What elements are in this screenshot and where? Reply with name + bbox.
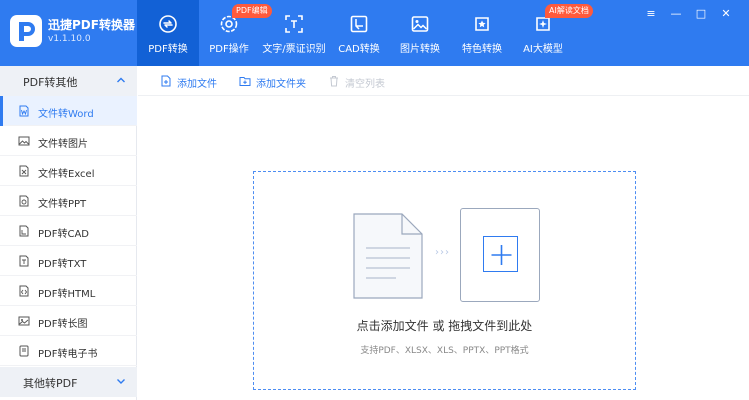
cad-file-icon bbox=[19, 225, 29, 237]
tab-featured-convert[interactable]: 特色转换 bbox=[458, 0, 506, 66]
long-image-icon bbox=[18, 316, 30, 326]
add-folder-button[interactable]: 添加文件夹 bbox=[239, 66, 319, 96]
sidebar-item-label: 文件转图片 bbox=[38, 139, 88, 150]
trash-icon bbox=[330, 76, 338, 87]
app-name: 迅捷PDF转换器 bbox=[48, 18, 135, 32]
tab-label: PDF转换 bbox=[148, 44, 188, 55]
supported-formats: 支持PDF、XLSX、XLS、PPTX、PPT格式 bbox=[360, 346, 529, 356]
title-bar: 迅捷PDF转换器 v1.1.10.0 PDF转换 PDF操作 PDF编辑 文字/… bbox=[0, 0, 749, 66]
clear-list-label: 清空列表 bbox=[345, 79, 385, 90]
drop-zone-title: 点击添加文件 或 拖拽文件到此处 bbox=[356, 319, 533, 333]
group-label: 其他转PDF bbox=[23, 377, 78, 390]
sidebar-item-file-to-excel[interactable]: 文件转Excel bbox=[0, 156, 137, 186]
sidebar-item-file-to-image[interactable]: 文件转图片 bbox=[0, 126, 137, 156]
sidebar-item-label: PDF转长图 bbox=[38, 319, 88, 330]
group-pdf-to-other[interactable]: PDF转其他 bbox=[0, 66, 137, 96]
sidebar-item-pdf-to-txt[interactable]: PDF转TXT bbox=[0, 246, 137, 276]
add-file-box[interactable] bbox=[460, 208, 540, 302]
arrow-right-icon: ››› bbox=[435, 247, 450, 258]
ppt-file-icon bbox=[19, 195, 29, 207]
tab-pdf-convert[interactable]: PDF转换 bbox=[137, 0, 199, 66]
sidebar-item-pdf-to-cad[interactable]: PDF转CAD bbox=[0, 216, 137, 246]
sidebar-item-label: 文件转Word bbox=[38, 109, 94, 120]
tab-label: 图片转换 bbox=[400, 44, 440, 55]
sidebar-item-file-to-ppt[interactable]: 文件转PPT bbox=[0, 186, 137, 216]
toolbar: 添加文件 添加文件夹 清空列表 bbox=[138, 66, 749, 96]
menu-button[interactable]: ≡ bbox=[641, 5, 661, 23]
sidebar-item-pdf-to-html[interactable]: PDF转HTML bbox=[0, 276, 137, 306]
file-drop-zone[interactable]: ››› 点击添加文件 或 拖拽文件到此处 支持PDF、XLSX、XLS、PPTX… bbox=[253, 171, 636, 390]
tab-label: CAD转换 bbox=[338, 44, 380, 55]
sidebar-item-label: PDF转电子书 bbox=[38, 349, 98, 360]
tab-label: 特色转换 bbox=[462, 44, 502, 55]
app-version: v1.1.10.0 bbox=[48, 34, 91, 44]
ai-doc-badge: AI解读文档 bbox=[545, 4, 593, 18]
tab-label: AI大模型 bbox=[523, 44, 563, 55]
excel-file-icon bbox=[19, 165, 29, 177]
cad-icon bbox=[350, 15, 368, 33]
sidebar-item-pdf-to-long-image[interactable]: PDF转长图 bbox=[0, 306, 137, 336]
convert-icon bbox=[159, 15, 177, 33]
sidebar-item-label: PDF转CAD bbox=[38, 229, 90, 240]
chevron-up-icon bbox=[117, 77, 125, 83]
sidebar-item-pdf-to-ebook[interactable]: PDF转电子书 bbox=[0, 336, 137, 366]
sidebar: PDF转其他 文件转Word 文件转图片 文件转Excel 文件转PPT PDF… bbox=[0, 66, 137, 400]
sidebar-item-label: 文件转Excel bbox=[38, 169, 95, 180]
plus-icon bbox=[483, 236, 518, 272]
group-label: PDF转其他 bbox=[23, 76, 78, 89]
star-convert-icon bbox=[475, 17, 489, 31]
image-icon bbox=[411, 16, 429, 32]
clear-list-button[interactable]: 清空列表 bbox=[328, 66, 398, 96]
tab-label: 文字/票证识别 bbox=[262, 44, 326, 55]
tab-image-convert[interactable]: 图片转换 bbox=[396, 0, 444, 66]
sidebar-item-label: PDF转HTML bbox=[38, 289, 96, 300]
sidebar-item-label: PDF转TXT bbox=[38, 259, 87, 270]
group-other-to-pdf[interactable]: 其他转PDF bbox=[0, 367, 137, 397]
tab-ocr[interactable]: 文字/票证识别 bbox=[260, 0, 328, 66]
close-button[interactable]: ✕ bbox=[716, 5, 736, 23]
add-folder-label: 添加文件夹 bbox=[256, 79, 306, 90]
add-file-icon bbox=[161, 75, 171, 87]
add-file-button[interactable]: 添加文件 bbox=[160, 66, 230, 96]
add-file-label: 添加文件 bbox=[177, 79, 217, 90]
txt-file-icon bbox=[19, 255, 29, 267]
add-folder-icon bbox=[239, 77, 251, 86]
ebook-icon bbox=[19, 345, 29, 357]
ocr-scan-icon bbox=[285, 15, 303, 33]
maximize-button[interactable]: □ bbox=[691, 5, 711, 23]
sidebar-item-label: 文件转PPT bbox=[38, 199, 87, 210]
minimize-button[interactable]: — bbox=[666, 5, 686, 23]
app-logo bbox=[10, 15, 42, 47]
tab-label: PDF操作 bbox=[209, 44, 249, 55]
tab-cad-convert[interactable]: CAD转换 bbox=[334, 0, 384, 66]
word-file-icon bbox=[19, 105, 29, 117]
chevron-down-icon bbox=[117, 379, 125, 384]
html-file-icon bbox=[19, 285, 29, 297]
picture-icon bbox=[18, 136, 30, 146]
sidebar-item-file-to-word[interactable]: 文件转Word bbox=[0, 96, 137, 126]
document-icon bbox=[353, 213, 423, 299]
